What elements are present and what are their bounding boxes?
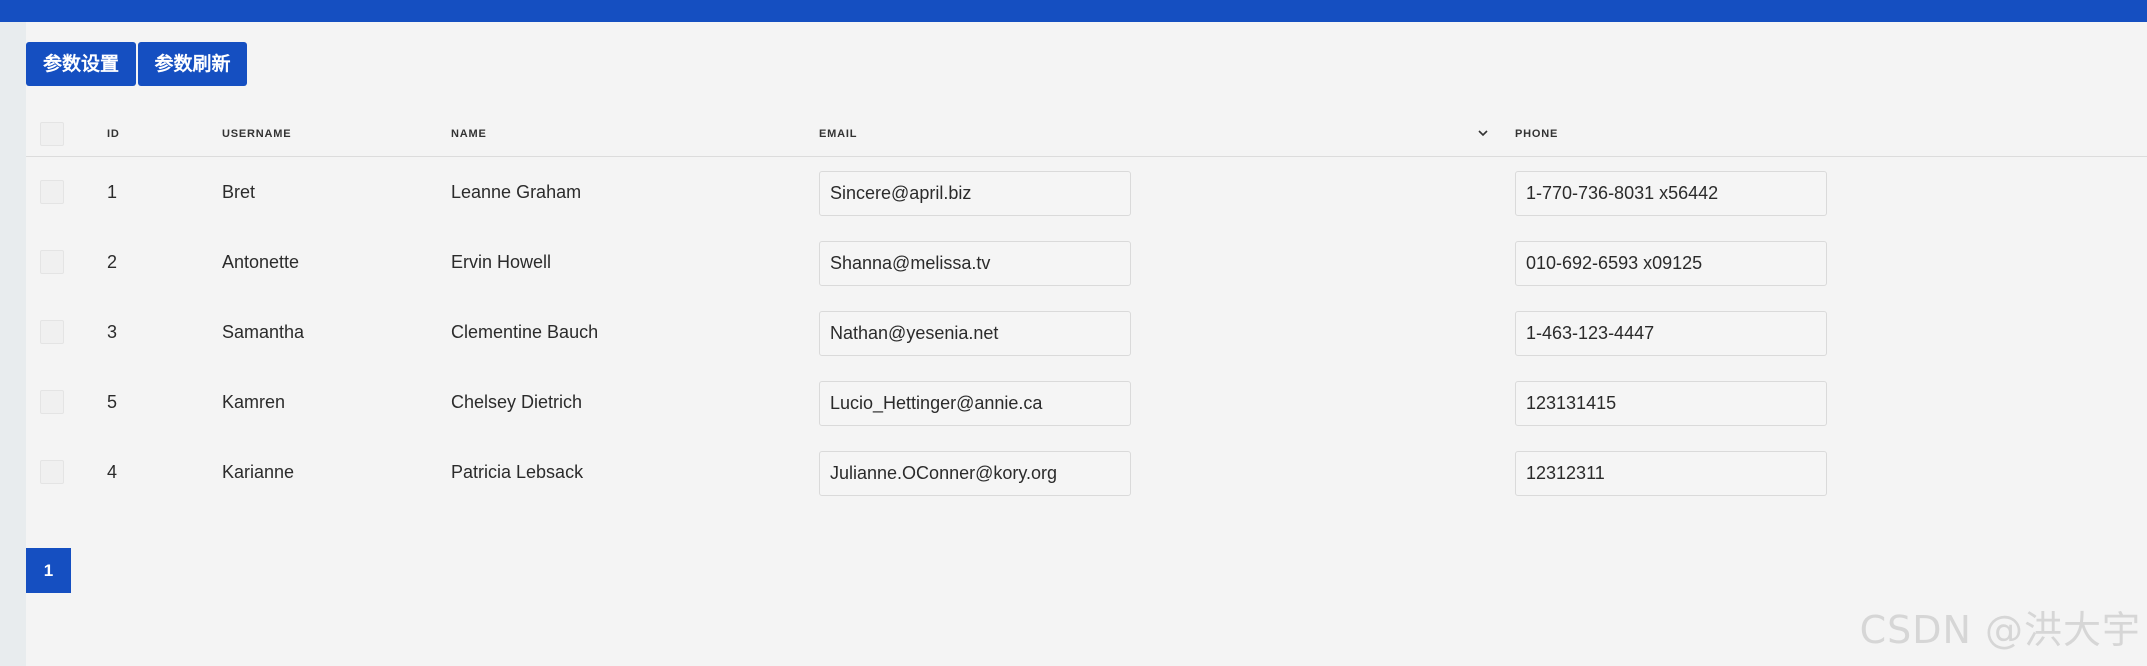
phone-field[interactable]: 123131415 <box>1515 381 1827 426</box>
cell-id: 2 <box>107 252 118 272</box>
row-checkbox[interactable] <box>40 460 64 484</box>
table-header: ID USERNAME NAME EMAIL PHONE <box>26 112 2147 157</box>
cell-id: 1 <box>107 182 118 202</box>
email-field[interactable]: Shanna@melissa.tv <box>819 241 1131 286</box>
email-field[interactable]: Nathan@yesenia.net <box>819 311 1131 356</box>
row-checkbox[interactable] <box>40 250 64 274</box>
cell-name: Clementine Bauch <box>451 322 599 342</box>
row-checkbox[interactable] <box>40 390 64 414</box>
cell-id: 3 <box>107 322 118 342</box>
cell-username: Karianne <box>222 462 295 482</box>
cell-username: Kamren <box>222 392 286 412</box>
page-1-button[interactable]: 1 <box>26 548 71 593</box>
email-field[interactable]: Sincere@april.biz <box>819 171 1131 216</box>
cell-username: Bret <box>222 182 256 202</box>
row-checkbox[interactable] <box>40 320 64 344</box>
row-checkbox[interactable] <box>40 180 64 204</box>
column-header-name[interactable]: NAME <box>451 112 487 156</box>
table-row: 1 Bret Leanne Graham Sincere@april.biz 1… <box>26 157 2147 227</box>
column-header-username[interactable]: USERNAME <box>222 112 291 156</box>
cell-username: Samantha <box>222 322 305 342</box>
cell-username: Antonette <box>222 252 300 272</box>
top-bar <box>0 0 2147 22</box>
column-header-phone[interactable]: PHONE <box>1515 112 1558 156</box>
data-grid: ID USERNAME NAME EMAIL PHONE 1 Bret Lean… <box>26 112 2147 507</box>
table-row: 4 Karianne Patricia Lebsack Julianne.OCo… <box>26 437 2147 507</box>
phone-field[interactable]: 1-463-123-4447 <box>1515 311 1827 356</box>
cell-name: Leanne Graham <box>451 182 582 202</box>
cell-id: 5 <box>107 392 118 412</box>
table-row: 5 Kamren Chelsey Dietrich Lucio_Hettinge… <box>26 367 2147 437</box>
select-all-checkbox[interactable] <box>40 122 64 146</box>
left-strip <box>0 22 26 666</box>
phone-field[interactable]: 010-692-6593 x09125 <box>1515 241 1827 286</box>
table-row: 3 Samantha Clementine Bauch Nathan@yesen… <box>26 297 2147 367</box>
watermark: CSDN @洪大宇 <box>1859 608 2141 652</box>
cell-name: Ervin Howell <box>451 252 552 272</box>
cell-name: Chelsey Dietrich <box>451 392 583 412</box>
phone-field[interactable]: 12312311 <box>1515 451 1827 496</box>
settings-button[interactable]: 参数设置 <box>26 42 136 86</box>
column-header-id[interactable]: ID <box>107 112 120 156</box>
toolbar: 参数设置 参数刷新 <box>26 42 247 86</box>
phone-field[interactable]: 1-770-736-8031 x56442 <box>1515 171 1827 216</box>
table-row: 2 Antonette Ervin Howell Shanna@melissa.… <box>26 227 2147 297</box>
cell-name: Patricia Lebsack <box>451 462 584 482</box>
refresh-button[interactable]: 参数刷新 <box>138 42 247 86</box>
email-field[interactable]: Lucio_Hettinger@annie.ca <box>819 381 1131 426</box>
column-header-email[interactable]: EMAIL <box>819 112 857 156</box>
cell-id: 4 <box>107 462 118 482</box>
email-field[interactable]: Julianne.OConner@kory.org <box>819 451 1131 496</box>
chevron-down-icon[interactable] <box>1476 126 1490 140</box>
